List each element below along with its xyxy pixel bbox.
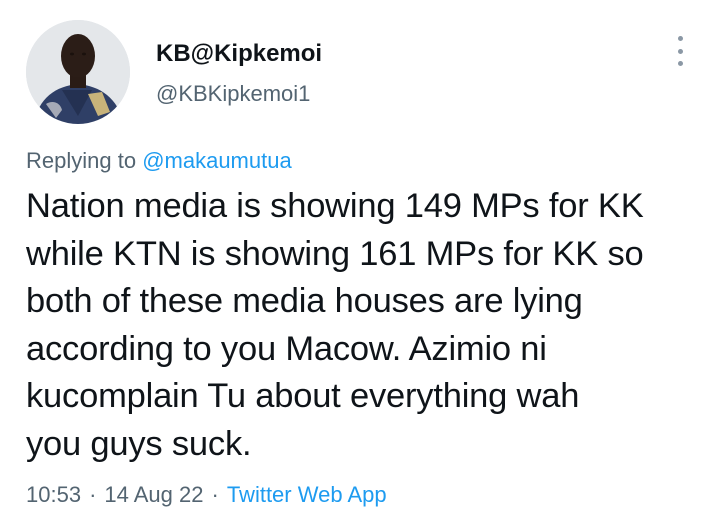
- more-dot: [677, 61, 683, 66]
- tweet-text-line: kucomplain Tu about everything wah: [26, 377, 580, 415]
- author-handle[interactable]: @KBKipkemoi1: [156, 80, 310, 108]
- reply-mention-link[interactable]: @makaumutua: [142, 148, 292, 173]
- tweet-text-line: you guys suck.: [26, 424, 252, 463]
- author-display-name[interactable]: KB@Kipkemoi: [156, 40, 322, 68]
- replying-to-label: Replying to: [26, 148, 143, 173]
- tweet-source-link[interactable]: Twitter Web App: [227, 482, 387, 507]
- more-options-icon[interactable]: [668, 36, 692, 66]
- tweet-card: KB@Kipkemoi @KBKipkemoi1 Replying to @ma…: [0, 0, 720, 520]
- tweet-text-line: according to you Macow. Azimio ni: [26, 329, 547, 368]
- tweet-text-line: Nation media is showing 149 MPs for KK: [26, 187, 644, 225]
- tweet-text: Nation media is showing 149 MPs for KK w…: [26, 183, 706, 468]
- more-dot: [677, 36, 683, 41]
- replying-to: Replying to @makaumutua: [26, 146, 292, 176]
- tweet-text-line: both of these media houses are lying: [26, 282, 583, 320]
- tweet-metadata: 10:53 · 14 Aug 22 · Twitter Web App: [26, 480, 387, 510]
- tweet-date[interactable]: 14 Aug 22: [104, 482, 203, 507]
- avatar-photo: [26, 20, 130, 124]
- tweet-text-line: while KTN is showing 161 MPs for KK so: [26, 234, 644, 273]
- meta-separator: ·: [89, 482, 97, 507]
- avatar[interactable]: [26, 20, 130, 124]
- meta-separator: ·: [211, 482, 219, 507]
- tweet-time[interactable]: 10:53: [26, 482, 81, 507]
- more-dot: [677, 48, 683, 54]
